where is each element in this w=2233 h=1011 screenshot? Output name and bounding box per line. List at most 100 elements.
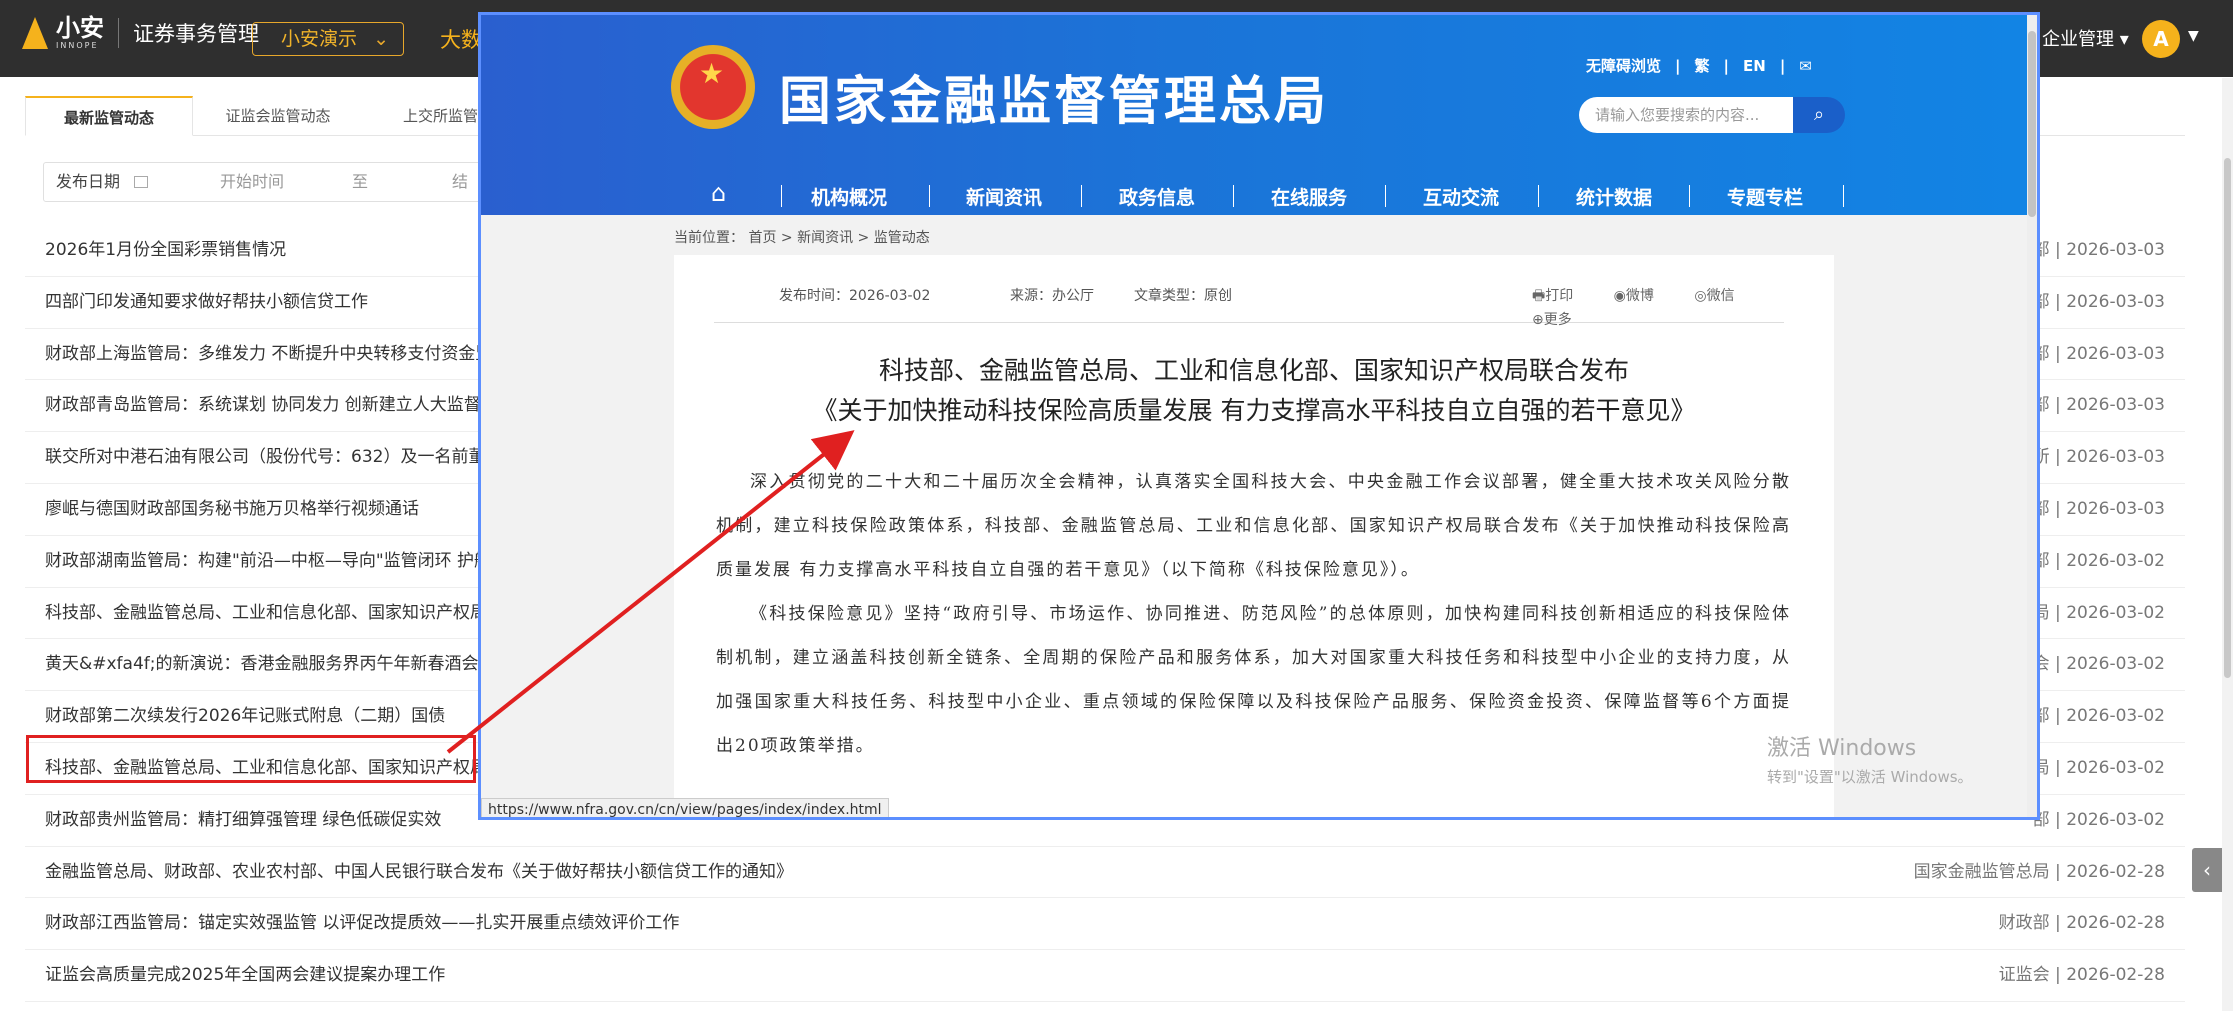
list-item-title[interactable]: 廖岷与德国财政部国务秘书施万贝格举行视频通话: [45, 484, 419, 535]
publish-time: 发布时间：2026-03-02: [779, 288, 931, 304]
list-item-title[interactable]: 财政部贵州监管局：精打细算强管理 绿色低碳促实效: [45, 795, 441, 846]
app-title: 证券事务管理: [133, 22, 259, 46]
preview-popup: ★ 国家金融监督管理总局 无障碍浏览 | 繁 | EN | ✉ 请输入您要搜索的内容... …: [478, 12, 2040, 820]
app-logo[interactable]: 小安 INNOPE 证券事务管理: [22, 16, 259, 50]
search-icon[interactable]: ⌕: [1793, 97, 1845, 133]
scrollbar-thumb[interactable]: [2028, 31, 2036, 217]
list-item-title[interactable]: 财政部青岛监管局：系统谋划 协同发力 创新建立人大监督: [45, 380, 481, 431]
article-title-line2: 《关于加快推动科技保险高质量发展 有力支撑高水平科技自立自强的若干意见》: [812, 396, 1696, 425]
avatar[interactable]: A: [2142, 20, 2180, 58]
list-item-meta: 部 | 2026-03-03: [2032, 395, 2165, 416]
article-panel: 发布时间：2026-03-02 来源：办公厅 文章类型：原创 🖶打印 ◉微博 ◎…: [674, 255, 1834, 817]
site-nav-item[interactable]: 新闻资讯: [966, 183, 1042, 210]
nav-separator: [1081, 185, 1082, 207]
enterprise-menu[interactable]: 企业管理 ▾: [2042, 25, 2129, 51]
header-links: 无障碍浏览 | 繁 | EN | ✉: [1586, 55, 1826, 76]
list-item-title[interactable]: 四部门印发通知要求做好帮扶小额信贷工作: [45, 277, 368, 328]
accessibility-link[interactable]: 无障碍浏览: [1586, 57, 1661, 75]
list-item[interactable]: 证监会高质量完成2025年全国两会建议提案办理工作 证监会 | 2026-02-2…: [25, 950, 2185, 1002]
scrollbar-thumb[interactable]: [2224, 158, 2231, 678]
calendar-icon: [134, 176, 148, 188]
traditional-link[interactable]: 繁: [1695, 57, 1710, 75]
list-item[interactable]: 财政部江西监管局：锚定实效强监管 以评促改提质效——扎实开展重点绩效评价工作 财政…: [25, 898, 2185, 951]
brand-sub: INNOPE: [56, 41, 99, 50]
nav-separator: [1538, 185, 1539, 207]
collapse-panel-button[interactable]: ‹: [2192, 848, 2222, 892]
list-item-meta: 财政部 | 2026-02-28: [1998, 913, 2165, 934]
start-date-input[interactable]: 开始时间: [220, 163, 284, 201]
list-item-meta: 会 | 2026-03-02: [2032, 654, 2165, 675]
date-filter-label: 发布日期: [56, 172, 121, 191]
list-item-title[interactable]: 财政部江西监管局：锚定实效强监管 以评促改提质效——扎实开展重点绩效评价工作: [45, 898, 679, 949]
list-item-title[interactable]: 金融监管总局、财政部、农业农村部、中国人民银行联合发布《关于做好帮扶小额信贷工作…: [45, 847, 793, 898]
breadcrumb: 当前位置： 首页 > 新闻资讯 > 监管动态: [674, 230, 930, 246]
article-paragraph: 《科技保险意见》坚持“政府引导、市场运作、协同推进、防范风险”的总体原则，加快构…: [716, 604, 1791, 756]
demo-select[interactable]: 小安演示 ⌄: [252, 22, 404, 56]
wechat-label: 微信: [1706, 288, 1735, 304]
print-link[interactable]: 🖶打印: [1532, 288, 1591, 304]
list-item-meta: 证监会 | 2026-02-28: [1998, 965, 2165, 986]
nfa-header: ★ 国家金融监督管理总局 无障碍浏览 | 繁 | EN | ✉ 请输入您要搜索的内容... …: [481, 15, 2031, 215]
list-item-meta: 所 | 2026-03-03: [2032, 447, 2165, 468]
english-link[interactable]: EN: [1743, 57, 1766, 75]
nav-separator: [781, 185, 782, 207]
tab-csrc[interactable]: 证监会监管动态: [193, 96, 363, 136]
list-item-title[interactable]: 2026年1月份全国彩票销售情况: [45, 225, 286, 276]
list-item-title[interactable]: 联交所对中港石油有限公司（股份代号：632）及一名前董: [45, 432, 485, 483]
site-nav-item[interactable]: 政务信息: [1119, 183, 1195, 210]
demo-select-value: 小安演示: [281, 28, 358, 50]
article-meta: 发布时间：2026-03-02 来源：办公厅 文章类型：原创 🖶打印 ◉微博 ◎…: [714, 285, 1784, 328]
chevron-down-icon: ⌄: [373, 28, 389, 50]
site-nav-item[interactable]: 在线服务: [1271, 183, 1347, 210]
more-link[interactable]: ⊕更多: [1532, 312, 1590, 328]
share-bar: 🖶打印 ◉微博 ◎微信 ⊕更多: [1532, 285, 1784, 329]
nav-separator: [1385, 185, 1386, 207]
mail-icon[interactable]: ✉: [1799, 57, 1812, 75]
site-nav: ⌂ 机构概况 新闻资讯 政务信息 在线服务 互动交流 统计数据 专题专栏: [481, 175, 2031, 215]
weibo-link[interactable]: ◉微博: [1614, 288, 1672, 304]
windows-watermark: 激活 Windows 转到"设置"以激活 Windows。: [1767, 730, 1973, 787]
list-item-title[interactable]: 财政部湖南监管局：构建"前沿—中枢—导向"监管闭环 护航: [45, 536, 491, 587]
site-nav-item[interactable]: 专题专栏: [1727, 183, 1803, 210]
highlight-box: [26, 735, 476, 783]
wechat-link[interactable]: ◎微信: [1694, 288, 1752, 304]
nav-separator: [1233, 185, 1234, 207]
status-url: https://www.nfra.gov.cn/cn/view/pages/in…: [481, 798, 889, 817]
article-source: 来源：办公厅: [1010, 288, 1094, 304]
print-label: 打印: [1545, 288, 1574, 304]
nav-separator: [1843, 185, 1844, 207]
logo-divider: [118, 18, 119, 48]
link-separator: |: [1675, 57, 1681, 75]
page-scrollbar[interactable]: [2222, 78, 2233, 1011]
brand-name: 小安: [56, 14, 104, 42]
site-nav-item[interactable]: 统计数据: [1576, 183, 1652, 210]
popup-scrollbar[interactable]: [2027, 15, 2037, 817]
list-item-meta: 部 | 2026-03-02: [2032, 809, 2165, 830]
list-item-title[interactable]: 证监会高质量完成2025年全国两会建议提案办理工作: [45, 950, 445, 1001]
more-label: 更多: [1543, 312, 1572, 328]
nav-item-bigdata[interactable]: 大数: [440, 24, 482, 54]
home-icon[interactable]: ⌂: [711, 179, 726, 207]
site-nav-item[interactable]: 互动交流: [1423, 183, 1499, 210]
site-search-input[interactable]: 请输入您要搜索的内容...: [1579, 97, 1797, 133]
nav-separator: [929, 185, 930, 207]
end-date-input[interactable]: 结: [452, 163, 468, 201]
list-item-meta: 部 | 2026-03-02: [2032, 550, 2165, 571]
chevron-down-icon[interactable]: ▼: [2188, 28, 2199, 44]
site-nav-item[interactable]: 机构概况: [811, 183, 887, 210]
tab-latest[interactable]: 最新监管动态: [25, 96, 193, 136]
list-item-title[interactable]: 科技部、金融监管总局、工业和信息化部、国家知识产权局: [45, 588, 487, 639]
article-body: 深入贯彻党的二十大和二十届历次全会精神，认真落实全国科技大会、中央金融工作会议部…: [716, 460, 1791, 768]
list-item-meta: 部 | 2026-03-03: [2032, 343, 2165, 364]
list-item-meta: 部 | 2026-03-03: [2032, 291, 2165, 312]
list-item-title[interactable]: 财政部上海监管局：多维发力 不断提升中央转移支付资金监: [45, 329, 492, 380]
article-title: 科技部、金融监管总局、工业和信息化部、国家知识产权局联合发布 《关于加快推动科技…: [674, 351, 1834, 431]
national-emblem-icon: ★: [671, 45, 755, 129]
list-item-meta: 局 | 2026-03-02: [2032, 757, 2165, 778]
link-separator: |: [1723, 57, 1729, 75]
list-item[interactable]: 金融监管总局、财政部、农业农村部、中国人民银行联合发布《关于做好帮扶小额信贷工作…: [25, 847, 2185, 899]
list-item-meta: 部 | 2026-03-02: [2032, 706, 2165, 727]
list-item-meta: 部 | 2026-03-03: [2032, 240, 2165, 260]
date-filter: 发布日期 开始时间 至 结: [43, 162, 503, 202]
list-item-title[interactable]: 黄天&#xfa4f;的新演说：香港金融服务界丙午年新春酒会上: [45, 639, 496, 690]
